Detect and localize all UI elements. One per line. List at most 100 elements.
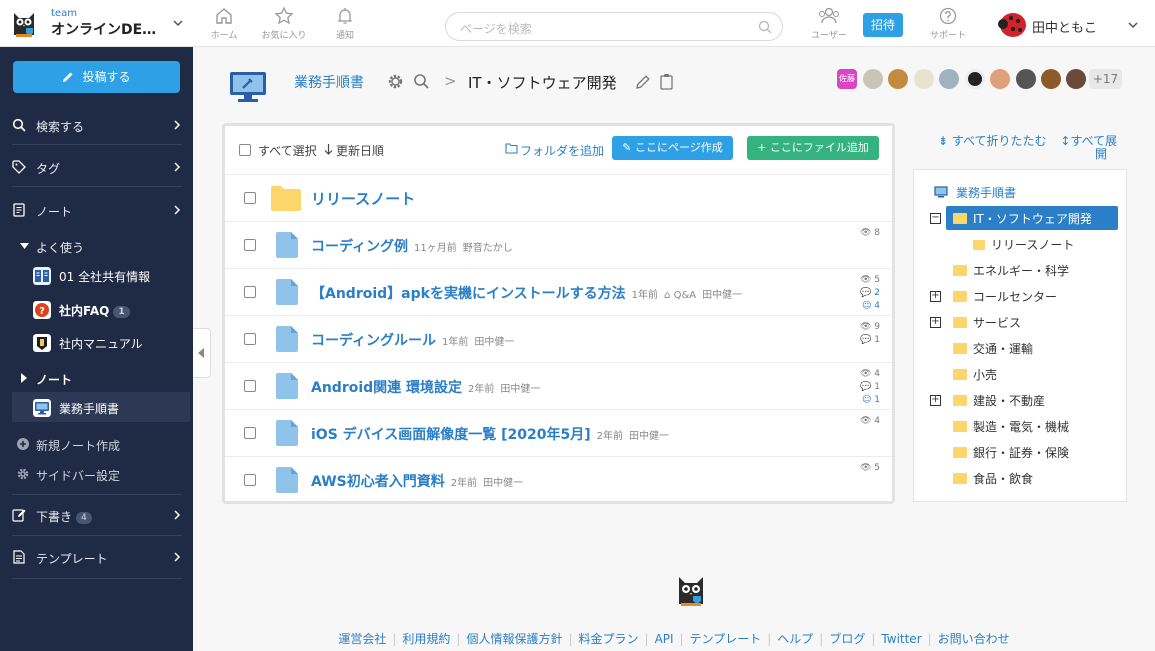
member-avatar[interactable] [939,69,959,89]
page-title[interactable]: AWS初心者入門資料 2年前 田中健一 [311,471,523,491]
nav-home[interactable]: ホーム [194,6,254,41]
sidebar-settings-button[interactable]: サイドバー設定 [0,462,193,486]
team-logo-icon[interactable] [9,9,39,39]
page-title[interactable]: コーディングルール 1年前 田中健一 [311,330,514,350]
sidebar-item-shared-info[interactable]: 01 全社共有情報 [0,260,193,290]
sidebar-item-tags[interactable]: タグ [0,155,193,179]
user-avatar-icon[interactable] [997,10,1027,38]
team-name[interactable]: オンラインDE… [51,19,156,39]
tree-expand-toggle[interactable]: + [930,395,941,406]
clipboard-icon[interactable] [659,73,674,90]
member-avatar[interactable] [1041,69,1061,89]
page-row[interactable]: コーディングルール 1年前 田中健一 👁 9 💬 1 [225,315,892,362]
sidebar-item-search[interactable]: 検索する [0,113,193,137]
notes-heading[interactable]: ノート [0,366,193,390]
nav-favorites[interactable]: お気に入り [254,6,314,41]
collapse-all-button[interactable]: ⇟ すべて折りたたむ [938,134,1047,148]
nav-support[interactable]: サポート [918,6,978,41]
row-checkbox[interactable] [244,474,256,486]
page-title[interactable]: Android関連 環境設定 2年前 田中健一 [311,377,540,397]
chevron-down-icon[interactable] [1127,19,1139,31]
sidebar-item-notes[interactable]: ノート [0,198,193,222]
pencil-icon[interactable] [635,74,651,90]
footer-link-terms[interactable]: 利用規約 [402,632,450,646]
page-row[interactable]: 【Android】apkを実機にインストールする方法 1年前 ⌂ Q&A 田中健一 👁… [225,268,892,315]
member-avatar[interactable] [914,69,934,89]
nav-users[interactable]: ユーザー [799,6,859,41]
tree-item[interactable]: エネルギー・科学 [953,262,1069,286]
search-icon[interactable] [413,73,430,90]
footer-link-blog[interactable]: ブログ [829,632,865,646]
footer-link-pricing[interactable]: 料金プラン [579,632,639,646]
row-checkbox[interactable] [244,333,256,345]
footer-link-company[interactable]: 運営会社 [338,632,386,646]
gear-icon[interactable] [387,73,404,90]
more-members-badge[interactable]: +17 [1089,69,1122,89]
footer-link-contact[interactable]: お問い合わせ [938,632,1010,646]
tree-item[interactable]: 小売 [953,366,997,390]
member-avatar[interactable] [1066,69,1086,89]
footer-link-help[interactable]: ヘルプ [777,632,813,646]
tree-item[interactable]: 食品・飲食 [953,470,1033,494]
member-avatar[interactable] [965,69,985,89]
tree-item[interactable]: リリースノート [973,236,1074,260]
row-checkbox[interactable] [244,427,256,439]
folder-name[interactable]: リリースノート [311,188,415,209]
tree-item[interactable]: サービス [953,314,1021,338]
tree-collapse-toggle[interactable]: − [930,213,941,224]
footer-link-twitter[interactable]: Twitter [881,632,921,646]
sidebar-item-work-procedures[interactable]: 業務手順書 [12,392,190,422]
sidebar-item-templates[interactable]: テンプレート [0,545,193,569]
search-input[interactable]: ページを検索 [445,12,783,41]
favorites-heading[interactable]: よく使う [0,234,193,258]
select-all-checkbox[interactable] [239,144,251,156]
member-avatar[interactable] [888,69,908,89]
page-row[interactable]: Android関連 環境設定 2年前 田中健一 👁 4 💬 1 ☺ 1 [225,362,892,409]
tree-item-selected[interactable]: IT・ソフトウェア開発 [946,206,1118,230]
row-checkbox[interactable] [244,286,256,298]
tree-item[interactable]: 建設・不動産 [953,392,1045,416]
sidebar-item-faq[interactable]: ? 社内FAQ 1 [0,294,193,324]
tree-item[interactable]: 製造・電気・機械 [953,418,1069,442]
page-title[interactable]: 【Android】apkを実機にインストールする方法 1年前 ⌂ Q&A 田中健一 [311,283,742,303]
expand-all-button[interactable]: ↕すべて展 [1060,134,1117,148]
search-icon[interactable] [758,20,772,34]
sidebar-item-manual[interactable]: 社内マニュアル [0,327,193,357]
member-avatar[interactable] [863,69,883,89]
select-all-label[interactable]: すべて選択 [258,142,317,159]
post-button[interactable]: 投稿する [13,61,180,93]
page-row[interactable]: コーディング例 11ヶ月前 野音たかし 👁 8 [225,221,892,268]
create-page-button[interactable]: ✎ ここにページ作成 [612,136,733,160]
member-avatar[interactable] [990,69,1010,89]
member-avatar[interactable]: 佐藤 [837,69,857,89]
new-note-button[interactable]: 新規ノート作成 [0,432,193,456]
sort-button[interactable]: 更新日順 [336,142,384,159]
sidebar-item-drafts[interactable]: 下書き 4 [0,503,193,527]
page-tag[interactable]: ⌂ Q&A [664,290,696,301]
footer-link-privacy[interactable]: 個人情報保護方針 [466,632,562,646]
sidebar-collapse-handle[interactable] [193,328,211,378]
folder-row[interactable]: リリースノート [225,174,892,221]
tree-item[interactable]: 銀行・証券・保険 [953,444,1069,468]
tree-item[interactable]: 交通・運輸 [953,340,1033,364]
note-title-link[interactable]: 業務手順書 [294,72,364,92]
row-checkbox[interactable] [244,192,256,204]
tree-root[interactable]: 業務手順書 [934,184,1016,208]
page-row[interactable]: iOS デバイス画面解像度一覧 [2020年5月] 2年前 田中健一 👁 4 [225,409,892,456]
member-avatar[interactable] [1016,69,1036,89]
tree-expand-toggle[interactable]: + [930,317,941,328]
user-name[interactable]: 田中ともこ [1032,17,1097,36]
tree-item[interactable]: コールセンター [953,288,1057,312]
page-title[interactable]: コーディング例 11ヶ月前 野音たかし [311,236,513,256]
row-checkbox[interactable] [244,380,256,392]
page-title[interactable]: iOS デバイス画面解像度一覧 [2020年5月] 2年前 田中健一 [311,424,669,444]
add-folder-button[interactable]: フォルダを追加 [520,142,604,159]
footer-link-templates[interactable]: テンプレート [690,632,762,646]
expand-all-label-wrap[interactable]: 開 [1095,145,1107,162]
chevron-down-icon[interactable] [171,16,185,30]
tree-expand-toggle[interactable]: + [930,291,941,302]
footer-link-api[interactable]: API [655,632,674,646]
nav-notifications[interactable]: 通知 [315,6,375,41]
add-file-button[interactable]: + ここにファイル追加 [747,136,879,160]
page-row[interactable]: AWS初心者入門資料 2年前 田中健一 👁 5 [225,456,892,503]
